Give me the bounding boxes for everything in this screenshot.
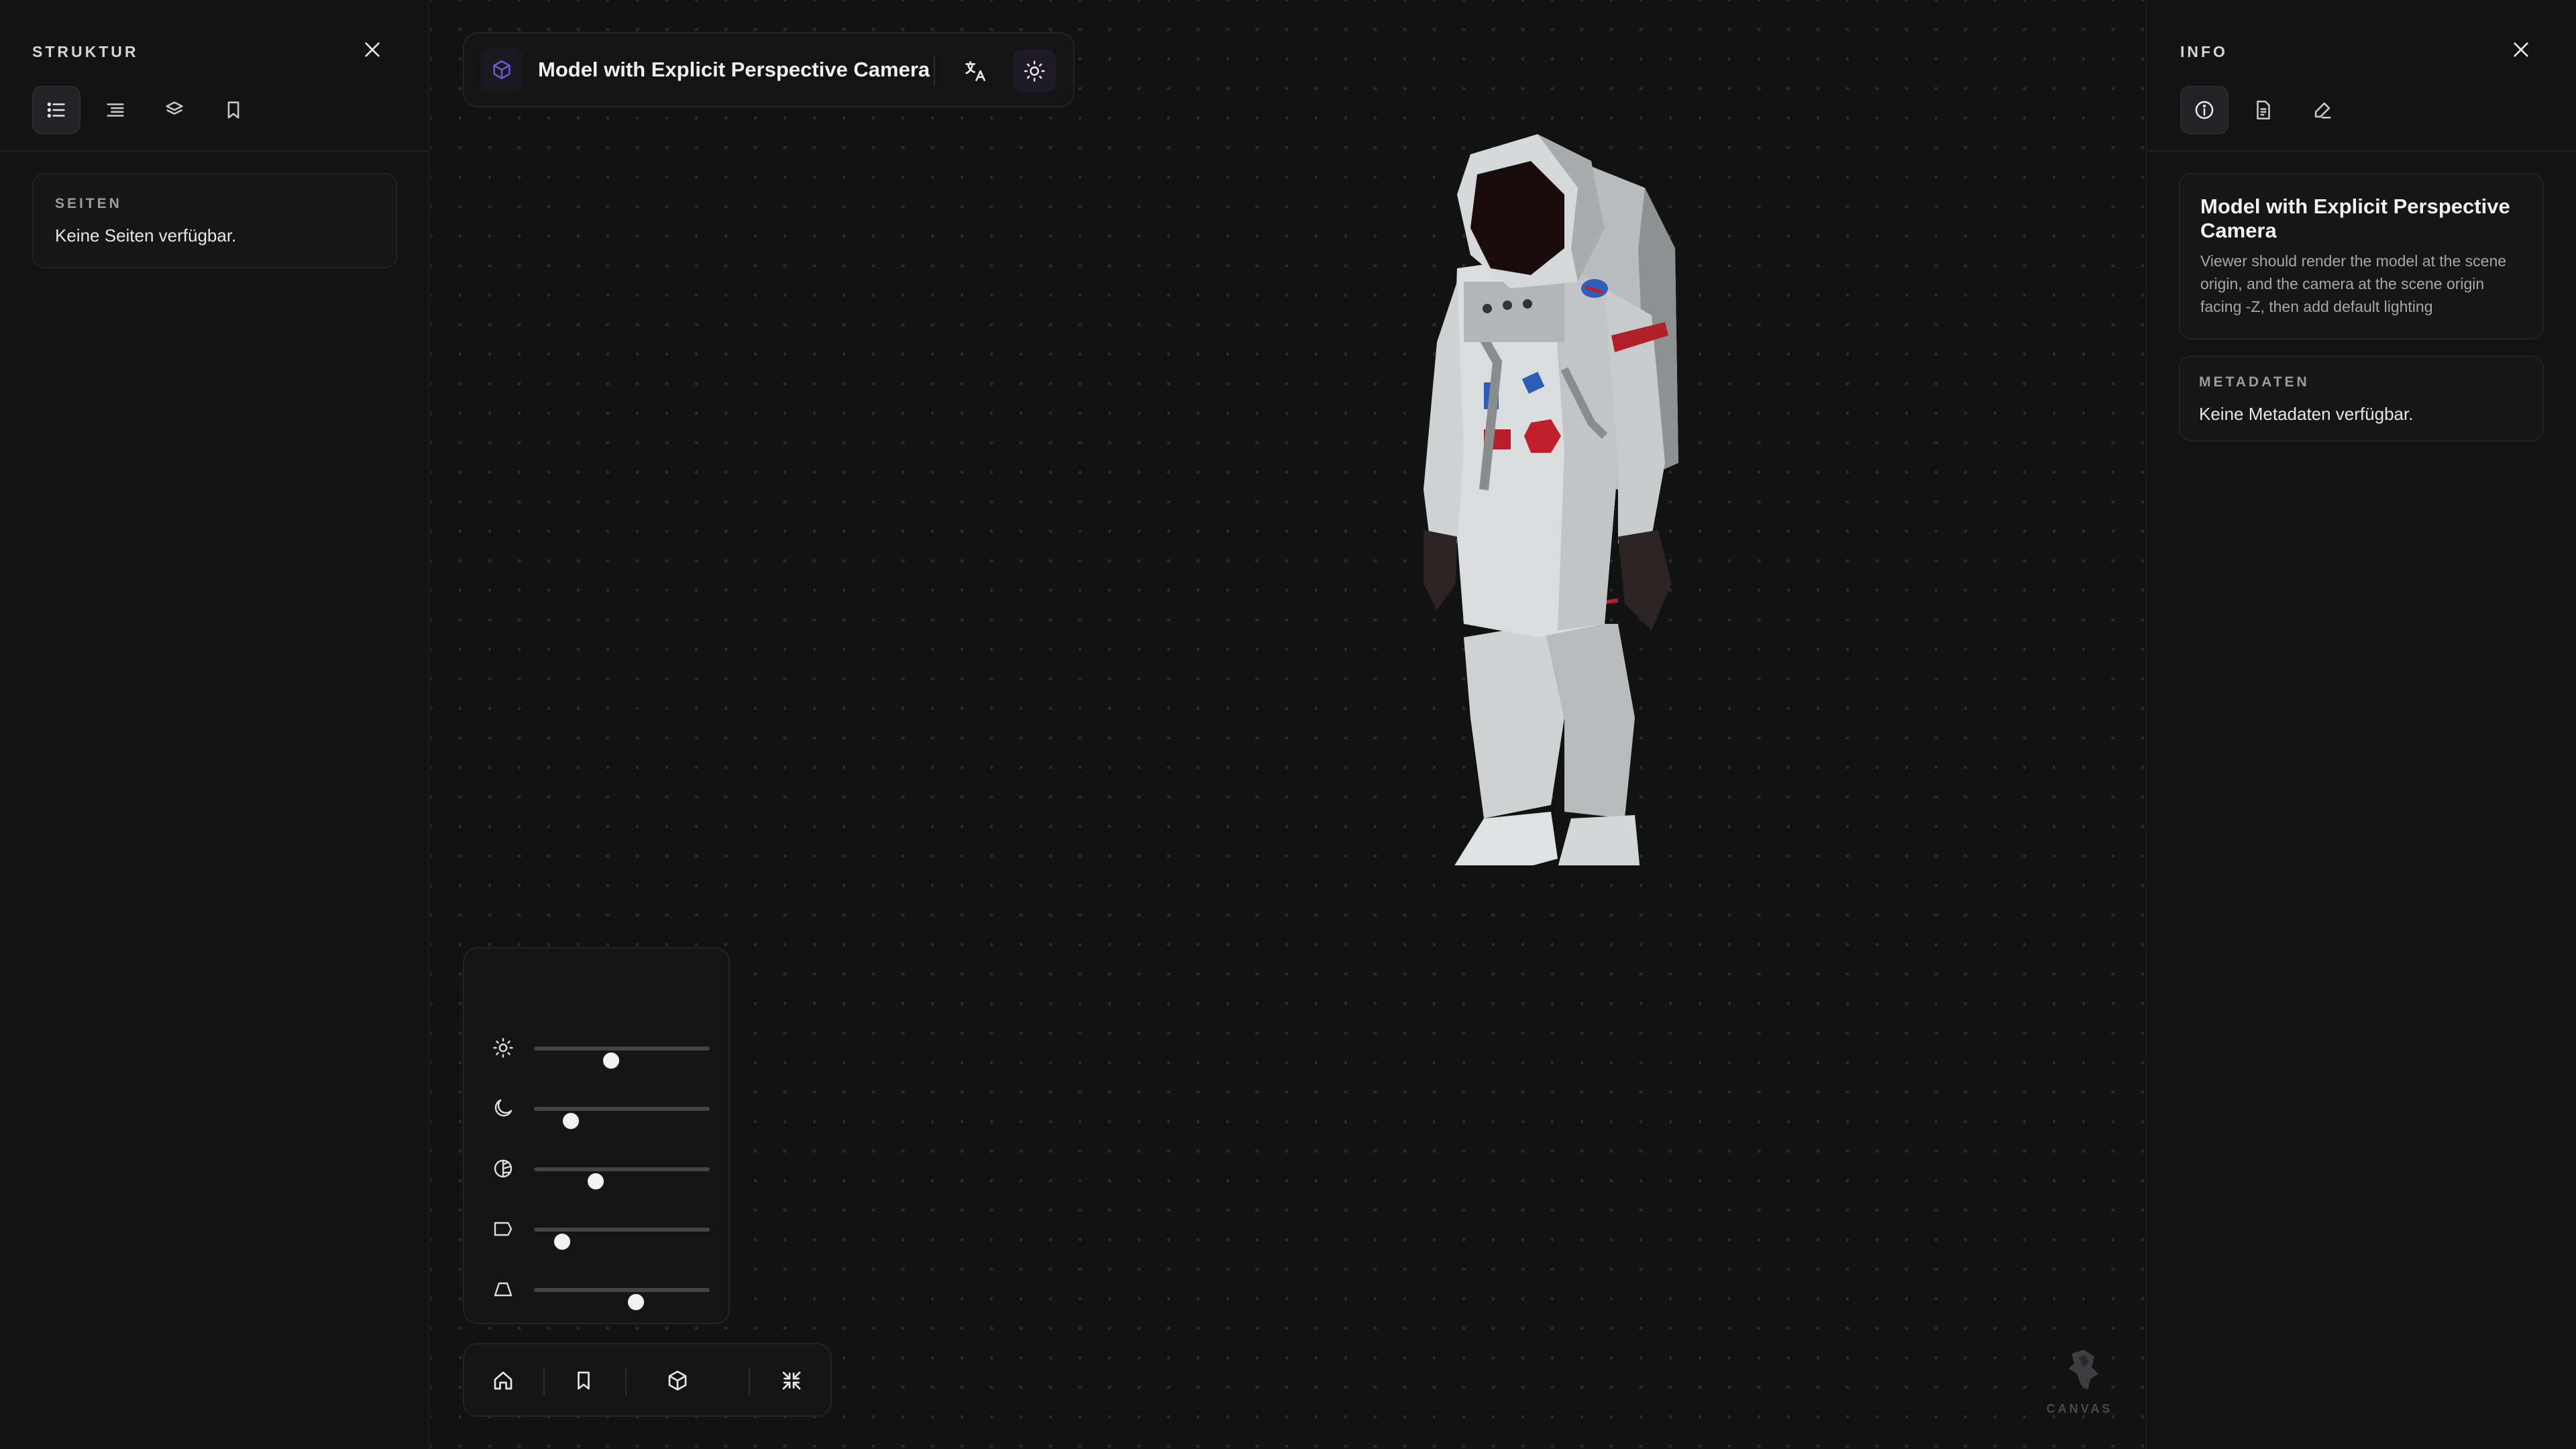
model-title-bar: Model with Explicit Perspective Camera [463, 32, 1075, 107]
model-info-description: Viewer should render the model at the sc… [2200, 252, 2507, 315]
toolbar-separator [749, 1367, 750, 1395]
outline-icon [107, 103, 124, 117]
tab-annotations[interactable] [2298, 86, 2347, 134]
moon-icon [494, 1099, 513, 1117]
cube-icon [493, 60, 511, 80]
collapse-icon [782, 1371, 801, 1390]
topbar-divider [934, 56, 935, 86]
view-settings-panel [463, 947, 730, 1324]
model-info-title: Model with Explicit Perspective Camera [2200, 195, 2510, 242]
structure-panel: STRUKTUR SEITEN Keine Seiten verfügbar. [0, 0, 429, 1449]
contrast-icon [494, 1159, 513, 1178]
canvas-logo: CANVAS [2039, 1340, 2120, 1421]
perspective-slider[interactable] [491, 1276, 712, 1310]
structure-panel-header: STRUKTUR [0, 0, 428, 152]
list-icon [47, 102, 65, 118]
info-panel: INFO Model with Explicit Perspective Cam… [2145, 0, 2576, 1449]
pages-card-label: SEITEN [55, 196, 122, 211]
bookmark-button[interactable] [562, 1359, 605, 1402]
model-info-card: Model with Explicit Perspective Camera V… [2179, 173, 2544, 339]
slider-thumb[interactable] [587, 1173, 604, 1189]
toolbar-separator [543, 1367, 545, 1395]
close-icon [365, 42, 380, 57]
model-title: Model with Explicit Perspective Camera [538, 58, 930, 81]
environment-slider[interactable] [491, 1216, 712, 1250]
structure-tabs [32, 86, 258, 134]
slider-track[interactable] [534, 1228, 710, 1250]
document-icon [2257, 100, 2270, 120]
slider-track[interactable] [534, 1288, 710, 1310]
tab-document[interactable] [2239, 86, 2288, 134]
metadata-card-label: METADATEN [2199, 374, 2310, 390]
model-view-button[interactable] [656, 1359, 699, 1402]
metadata-card: METADATEN Keine Metadaten verfügbar. [2179, 356, 2544, 441]
bookmark-icon [227, 101, 239, 119]
slider-thumb[interactable] [603, 1053, 620, 1069]
flag-icon [494, 1222, 513, 1236]
annotate-icon [2314, 102, 2331, 119]
shadow-slider[interactable] [491, 1095, 712, 1129]
tab-layers[interactable] [150, 86, 199, 134]
close-info-panel-button[interactable] [2508, 36, 2534, 63]
structure-panel-title: STRUKTUR [32, 43, 139, 60]
tab-info[interactable] [2180, 86, 2229, 134]
canvas-mark-icon [2069, 1350, 2098, 1390]
translate-icon [965, 61, 985, 81]
astronaut-model[interactable] [1135, 114, 1873, 865]
model-badge [480, 48, 523, 91]
tab-bookmarks[interactable] [209, 86, 258, 134]
contrast-slider[interactable] [491, 1155, 712, 1189]
tab-list[interactable] [32, 86, 80, 134]
tab-outline[interactable] [91, 86, 140, 134]
cube-icon [668, 1371, 687, 1391]
brightness-slider[interactable] [491, 1034, 712, 1069]
bookmark-icon [578, 1371, 590, 1390]
pages-card: SEITEN Keine Seiten verfügbar. [32, 173, 397, 268]
home-icon [494, 1371, 513, 1390]
toolbar-separator [625, 1367, 627, 1395]
close-icon [2514, 42, 2528, 57]
info-panel-header: INFO [2147, 0, 2576, 152]
home-button[interactable] [482, 1359, 525, 1402]
canvas-logo-text: CANVAS [2046, 1402, 2113, 1415]
slider-track[interactable] [534, 1107, 710, 1129]
metadata-card-text: Keine Metadaten verfügbar. [2199, 404, 2414, 424]
info-icon [2195, 101, 2214, 119]
close-structure-panel-button[interactable] [359, 36, 386, 63]
exit-fullscreen-button[interactable] [770, 1359, 813, 1402]
slider-thumb[interactable] [563, 1113, 580, 1129]
pages-card-text: Keine Seiten verfügbar. [55, 225, 237, 246]
sun-icon [1024, 60, 1045, 82]
lighting-toggle-button[interactable] [1013, 50, 1056, 93]
slider-track[interactable] [534, 1046, 710, 1069]
slider-track[interactable] [534, 1167, 710, 1189]
brightness-icon [493, 1038, 513, 1058]
slider-thumb[interactable] [627, 1294, 644, 1310]
layers-icon [166, 101, 183, 115]
perspective-icon [494, 1282, 513, 1297]
info-tabs [2180, 86, 2347, 134]
info-panel-title: INFO [2180, 43, 2228, 60]
slider-thumb[interactable] [553, 1234, 570, 1250]
navigation-toolbar [463, 1343, 832, 1417]
language-button[interactable] [954, 50, 997, 93]
